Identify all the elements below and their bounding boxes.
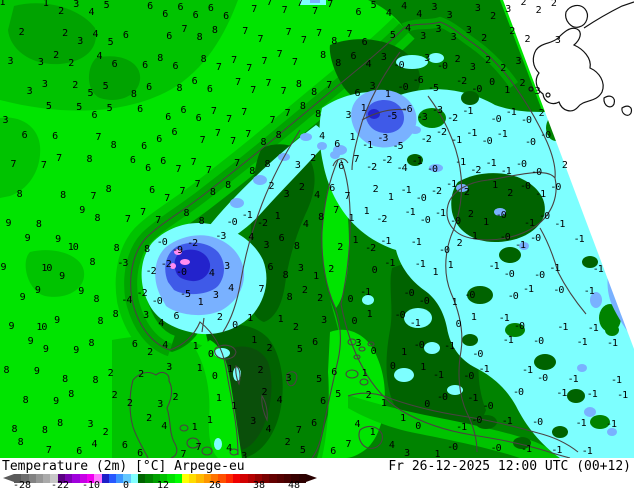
cold-pocket (404, 308, 432, 328)
blue-spot (519, 242, 529, 250)
legend-text-row: Temperature (2m) [°C] Arpege-eu Fr 26-12… (0, 458, 634, 474)
cold-pocket (396, 55, 428, 69)
blue-spot (333, 145, 347, 155)
cold-pocket-strait (214, 438, 222, 450)
blue-spot (429, 164, 443, 172)
blue-spot (300, 133, 312, 141)
colorbar-tick: 26 (209, 481, 221, 490)
land-island (467, 286, 493, 304)
colorbar-tick: -22 (51, 481, 69, 490)
land-island (461, 91, 479, 105)
blue-spot (494, 208, 506, 216)
colorbar-tick-labels: -28 -22 -10 0 12 26 38 48 (0, 481, 340, 490)
blue-spot (584, 407, 596, 417)
map-area: 1123456666667777776544433323222223456678… (0, 0, 634, 458)
cold-pocket (362, 295, 374, 305)
temperature-map-canvas (0, 0, 634, 458)
legend-title: Temperature (2m) [°C] Arpege-eu (2, 459, 245, 474)
colorbar-tick: 48 (288, 481, 300, 490)
land-island (499, 247, 521, 263)
land-island (552, 426, 568, 438)
cold-pocket (394, 368, 414, 382)
land-island (582, 256, 598, 268)
legend-datetime: Fr 26-12-2025 12:00 UTC (00+12) (388, 459, 631, 474)
land-island (407, 154, 423, 166)
colorbar-tick: -28 (13, 481, 31, 490)
blue-spot (230, 198, 244, 208)
land-island (567, 389, 585, 403)
colorbar-tick: 38 (253, 481, 265, 490)
cold-pocket-top-blue (310, 0, 320, 3)
blue-spot (590, 292, 602, 308)
weather-map-page: 1123456666667777776544433323222223456678… (0, 0, 634, 490)
colorbar-tick: -10 (82, 481, 100, 490)
blue-spot (253, 175, 267, 185)
land-island (505, 323, 525, 337)
land-island (462, 334, 478, 346)
cold-pocket (424, 342, 440, 354)
cold-pocket (428, 53, 444, 63)
land-island (590, 415, 610, 429)
blue-spot (409, 126, 421, 134)
pink-cold-spot (170, 263, 176, 269)
blue-spot (577, 364, 587, 372)
blue-spot (317, 142, 327, 150)
colorbar-tick: 12 (157, 481, 169, 490)
colorbar-tick: 0 (123, 481, 129, 490)
blue-spot (607, 428, 617, 436)
land-island (534, 354, 556, 370)
legend-bar: Temperature (2m) [°C] Arpege-eu Fr 26-12… (0, 458, 634, 490)
pink-cold-spot (174, 249, 182, 255)
pink-cold-spot (180, 259, 190, 265)
